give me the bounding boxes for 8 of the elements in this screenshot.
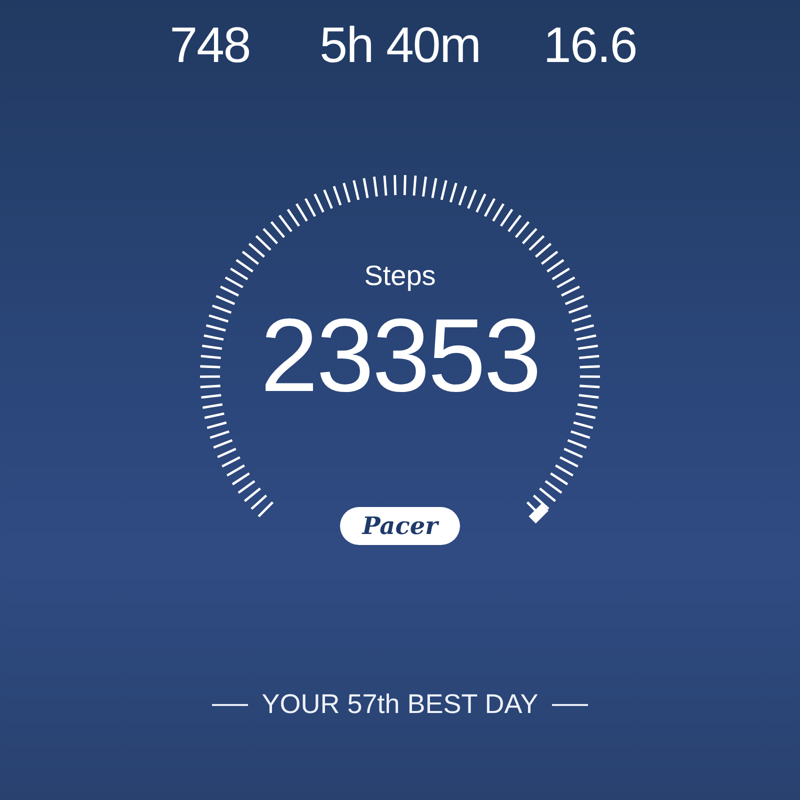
best-day-text: YOUR 57th BEST DAY [262, 689, 538, 720]
stat-value: 5h 40m [320, 17, 480, 73]
steps-label: Steps [364, 259, 436, 293]
progress-marker [528, 504, 548, 524]
brand-logo: Pacer [340, 507, 460, 545]
steps-count: 23353 [260, 301, 540, 411]
stat-value: 748 [170, 17, 250, 73]
stat-value: 16.6 [543, 17, 637, 73]
